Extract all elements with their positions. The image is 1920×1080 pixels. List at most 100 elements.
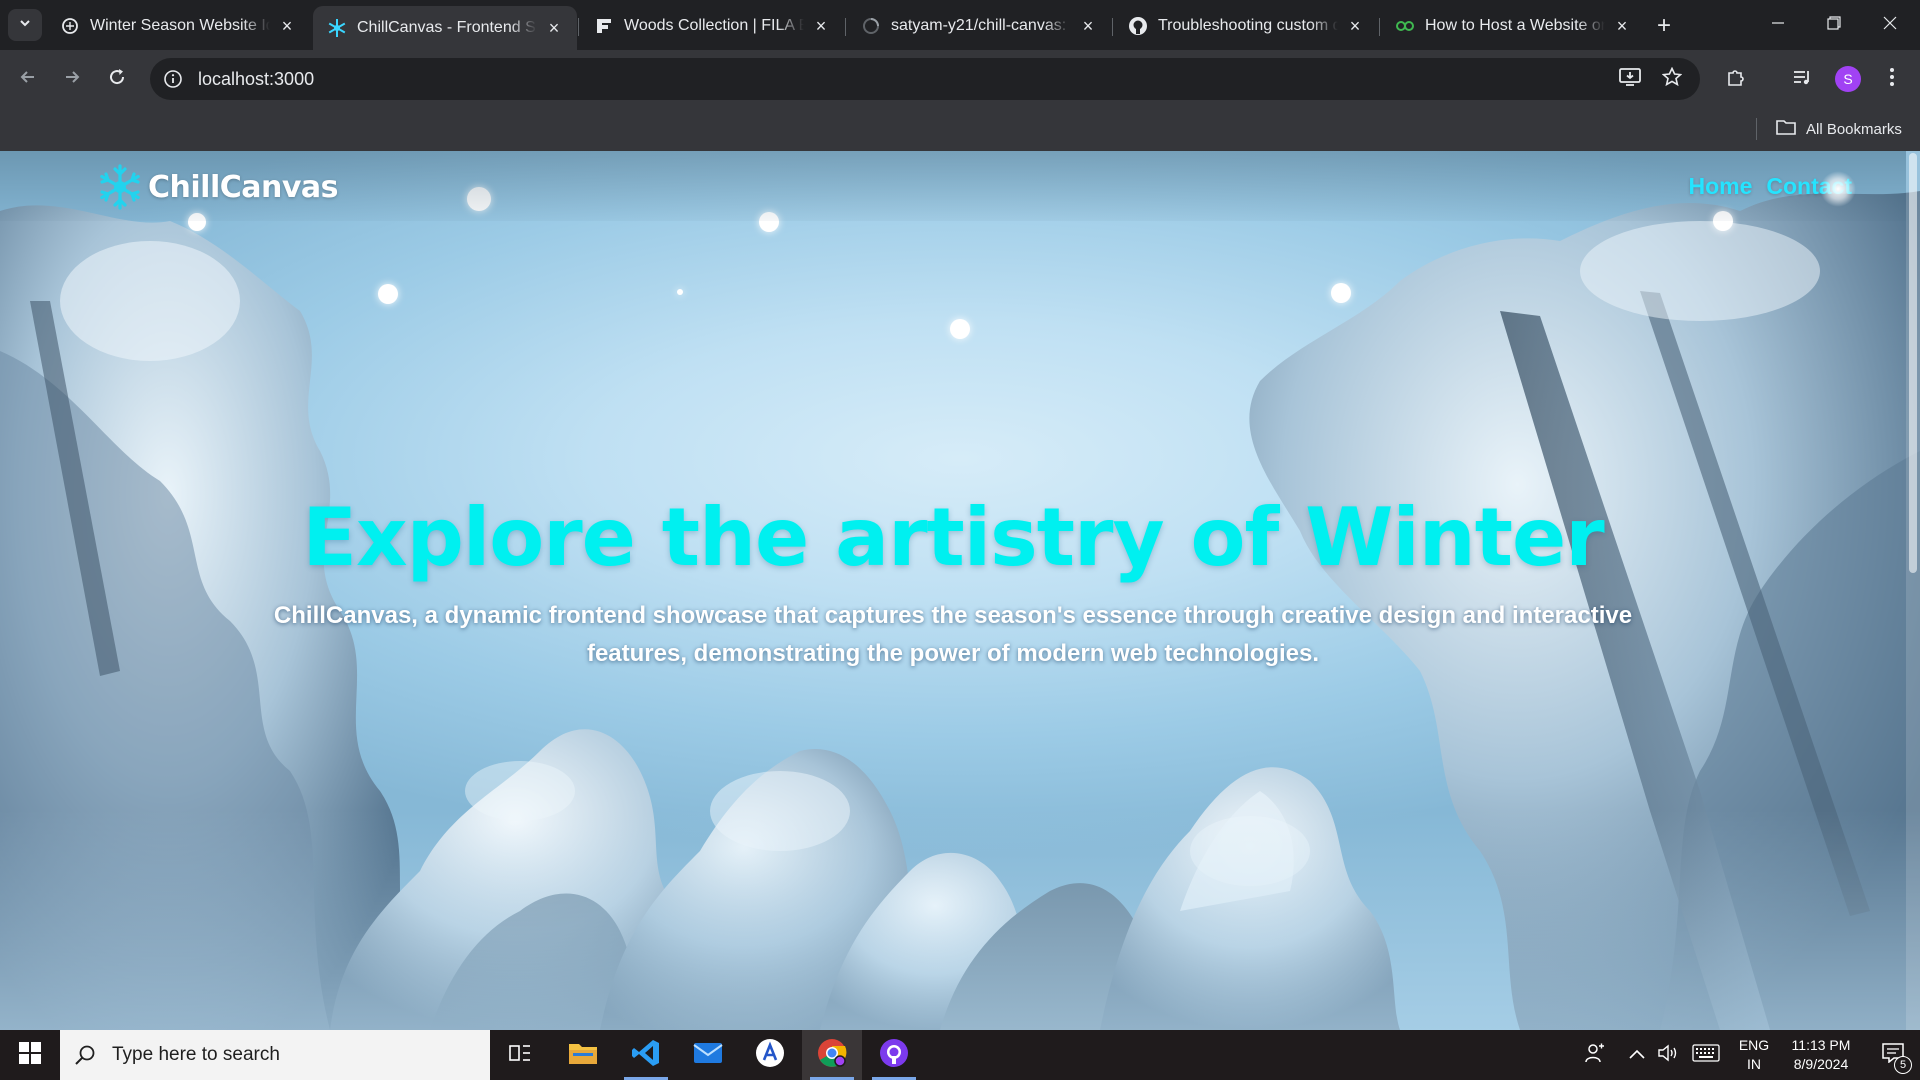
- mail-icon: [693, 1042, 723, 1069]
- openai-icon: [60, 16, 80, 36]
- region-code: IN: [1747, 1056, 1761, 1072]
- action-center-button[interactable]: 5: [1866, 1030, 1920, 1080]
- folder-icon: [1776, 119, 1806, 139]
- tab-host-website[interactable]: How to Host a Website on GitHub ×: [1381, 6, 1645, 46]
- volume-button[interactable]: [1654, 1030, 1684, 1080]
- back-button[interactable]: [12, 63, 44, 95]
- chevron-down-icon: [18, 16, 32, 35]
- input-language-indicator[interactable]: ENG IN: [1732, 1036, 1776, 1074]
- close-icon: [1883, 16, 1897, 35]
- github-desktop-button[interactable]: [864, 1030, 924, 1080]
- browser-toolbar: localhost:3000 S: [0, 50, 1920, 108]
- all-bookmarks-button[interactable]: All Bookmarks: [1776, 116, 1902, 142]
- tab-chillcanvas[interactable]: ChillCanvas - Frontend Showcase ×: [313, 6, 577, 50]
- search-placeholder: Type here to search: [112, 1044, 280, 1065]
- forward-button[interactable]: [56, 63, 88, 95]
- restore-button[interactable]: [1814, 8, 1854, 42]
- new-tab-button[interactable]: +: [1650, 12, 1678, 40]
- browser-tab-bar: Winter Season Website Ideas × ChillCanva…: [0, 0, 1920, 50]
- chevron-up-icon: [1629, 1046, 1645, 1064]
- restore-icon: [1827, 15, 1841, 35]
- profile-avatar[interactable]: S: [1835, 66, 1861, 92]
- kebab-menu-icon: [1889, 67, 1895, 92]
- page-viewport: ChillCanvas Home Contact Explore the art…: [0, 151, 1920, 1030]
- brand-logo-link[interactable]: ChillCanvas: [96, 161, 339, 213]
- keyboard-icon: [1692, 1043, 1720, 1067]
- arrow-left-icon: [18, 67, 38, 92]
- show-hidden-icons-button[interactable]: [1622, 1030, 1652, 1080]
- system-clock[interactable]: 11:13 PM 8/9/2024: [1774, 1036, 1868, 1074]
- minimize-button[interactable]: [1758, 8, 1798, 42]
- link-icon: [1395, 16, 1415, 36]
- app-store-button[interactable]: [740, 1030, 800, 1080]
- cursor-glow: [1820, 171, 1856, 207]
- taskbar-search-box[interactable]: Type here to search: [60, 1030, 490, 1080]
- site-info-icon[interactable]: [162, 68, 184, 90]
- bookmark-star-button[interactable]: [1656, 63, 1688, 95]
- mail-button[interactable]: [678, 1030, 738, 1080]
- tab-fila-woods[interactable]: Woods Collection | FILA Explore ×: [580, 6, 844, 46]
- snowflake-icon: [327, 18, 347, 38]
- chrome-button[interactable]: [802, 1030, 862, 1080]
- clock-time: 11:13 PM: [1791, 1037, 1851, 1053]
- tab-title: How to Host a Website on GitHub: [1425, 17, 1605, 34]
- url-text[interactable]: localhost:3000: [198, 69, 314, 90]
- tab-title: Troubleshooting custom domain: [1158, 17, 1338, 34]
- media-controls-button[interactable]: [1786, 63, 1818, 95]
- tab-troubleshooting-domain[interactable]: Troubleshooting custom domain ×: [1114, 6, 1378, 46]
- reload-button[interactable]: [101, 63, 133, 95]
- snowflake-particle: [378, 284, 398, 304]
- people-button[interactable]: [1578, 1030, 1612, 1080]
- close-icon[interactable]: ×: [1611, 15, 1633, 37]
- hero-subtitle: ChillCanvas, a dynamic frontend showcase…: [273, 602, 1633, 667]
- puzzle-icon: [1726, 67, 1746, 92]
- folder-icon: [568, 1040, 598, 1071]
- snowflake-particle: [677, 289, 683, 295]
- clock-date: 8/9/2024: [1793, 1056, 1849, 1072]
- close-icon[interactable]: ×: [1077, 15, 1099, 37]
- plus-icon: +: [1656, 12, 1671, 39]
- tab-title: Winter Season Website Ideas: [90, 17, 270, 34]
- close-icon[interactable]: ×: [810, 15, 832, 37]
- vscode-icon: [631, 1038, 661, 1073]
- install-icon: [1619, 67, 1641, 92]
- file-explorer-button[interactable]: [553, 1030, 613, 1080]
- browser-menu-button[interactable]: [1876, 63, 1908, 95]
- extensions-button[interactable]: [1720, 63, 1752, 95]
- github-desktop-icon: [879, 1038, 909, 1073]
- chrome-icon: [817, 1038, 847, 1073]
- install-app-button[interactable]: [1614, 63, 1646, 95]
- task-view-icon: [508, 1042, 532, 1069]
- minimize-icon: [1771, 16, 1785, 35]
- page-scrollbar[interactable]: [1906, 151, 1920, 1030]
- tab-divider: [1112, 18, 1113, 36]
- vscode-button[interactable]: [616, 1030, 676, 1080]
- close-icon[interactable]: ×: [543, 17, 565, 39]
- windows-logo-icon: [19, 1041, 41, 1069]
- star-icon: [1661, 66, 1683, 92]
- site-navbar: ChillCanvas Home Contact: [0, 151, 1906, 221]
- brand-name: ChillCanvas: [148, 169, 339, 205]
- snowflake-particle: [950, 319, 970, 339]
- tab-title: Woods Collection | FILA Explore: [624, 17, 804, 34]
- scrollbar-thumb[interactable]: [1909, 153, 1917, 573]
- close-icon[interactable]: ×: [1344, 15, 1366, 37]
- snowflake-logo-icon: [100, 164, 140, 210]
- hero-title: Explore the artistry of Winter: [302, 491, 1604, 584]
- language-code: ENG: [1738, 1037, 1770, 1053]
- task-view-button[interactable]: [490, 1030, 550, 1080]
- start-button[interactable]: [0, 1030, 60, 1080]
- tab-search-button[interactable]: [8, 9, 42, 41]
- app-a-icon: [755, 1038, 785, 1073]
- tab-divider: [578, 18, 579, 36]
- touch-keyboard-button[interactable]: [1688, 1030, 1724, 1080]
- notification-count-badge: 5: [1894, 1056, 1912, 1074]
- arrow-right-icon: [62, 67, 82, 92]
- close-window-button[interactable]: [1870, 8, 1910, 42]
- nav-home-link[interactable]: Home: [1688, 173, 1752, 200]
- tab-winter-season-ideas[interactable]: Winter Season Website Ideas ×: [46, 6, 310, 46]
- address-bar[interactable]: localhost:3000: [150, 58, 1700, 100]
- people-icon: [1585, 1043, 1605, 1068]
- tab-github-repo[interactable]: satyam-y21/chill-canvas: This ×: [847, 6, 1111, 46]
- close-icon[interactable]: ×: [276, 15, 298, 37]
